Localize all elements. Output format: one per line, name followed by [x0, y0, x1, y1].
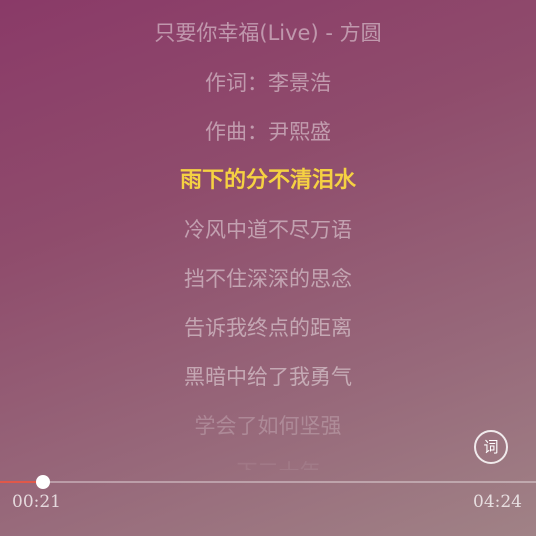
- lyrics-panel: 只要你幸福(Live) - 方圆 作词：李景浩 作曲：尹熙盛 雨下的分不清泪水 …: [0, 0, 536, 470]
- total-time: 04:24: [473, 492, 522, 512]
- lyric-line: 挡不住深深的思念: [184, 267, 352, 291]
- lyric-line-lyricist: 作词：李景浩: [205, 71, 331, 95]
- lyric-line: 学会了如何坚强: [194, 414, 342, 438]
- lyric-line-composer: 作曲：尹熙盛: [205, 120, 331, 144]
- lyric-line: 一下三十年: [0, 458, 536, 470]
- lyric-line: 黑暗中给了我勇气: [184, 365, 352, 389]
- elapsed-time: 00:21: [12, 492, 61, 512]
- progress-thumb[interactable]: [35, 475, 50, 489]
- progress-bar[interactable]: [0, 475, 536, 489]
- lyric-line: 冷风中道不尽万语: [184, 218, 352, 242]
- lyrics-toggle-label: 词: [483, 438, 499, 456]
- lyrics-toggle-button[interactable]: 词: [474, 430, 508, 464]
- lyric-line-title: 只要你幸福(Live) - 方圆: [154, 21, 382, 45]
- lyric-line: 告诉我终点的距离: [184, 316, 352, 340]
- lyric-line-current: 雨下的分不清泪水: [179, 168, 356, 193]
